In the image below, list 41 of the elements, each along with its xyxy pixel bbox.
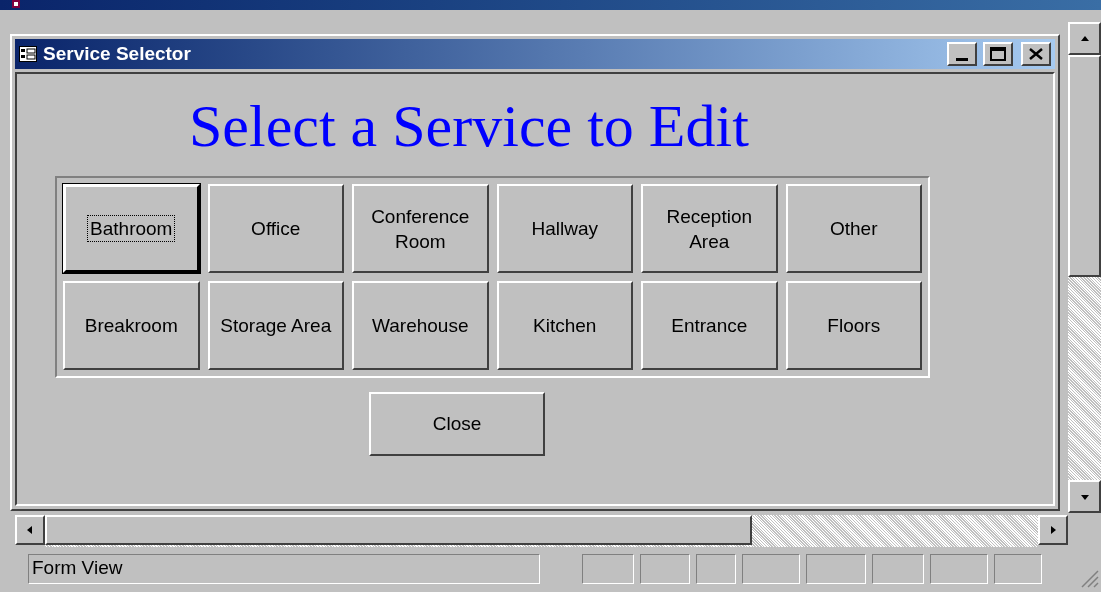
resize-grip-icon <box>1079 568 1099 588</box>
minimize-icon <box>956 58 968 61</box>
status-pane <box>930 553 988 584</box>
status-pane <box>742 553 800 584</box>
status-pane <box>582 553 634 584</box>
maximize-icon <box>990 47 1006 61</box>
form-icon <box>19 46 37 62</box>
window-title: Service Selector <box>43 41 192 66</box>
service-button[interactable]: Breakroom <box>63 281 200 370</box>
service-button[interactable]: Floors <box>785 281 922 370</box>
status-pane <box>640 553 690 584</box>
vertical-scroll-thumb[interactable] <box>1068 55 1101 277</box>
close-form-button[interactable]: Close <box>369 392 545 456</box>
service-button[interactable]: Entrance <box>641 281 778 370</box>
service-button[interactable]: Office <box>207 184 344 273</box>
status-pane <box>872 553 924 584</box>
status-pane <box>806 553 866 584</box>
service-button[interactable]: Reception Area <box>641 184 778 273</box>
close-icon <box>1029 48 1043 60</box>
service-button[interactable]: Other <box>785 184 922 273</box>
service-button[interactable]: Bathroom <box>63 184 200 273</box>
scroll-down-button[interactable] <box>1068 480 1101 513</box>
status-pane <box>994 553 1042 584</box>
service-button[interactable]: Conference Room <box>352 184 489 273</box>
status-pane <box>696 553 736 584</box>
service-button[interactable]: Warehouse <box>352 281 489 370</box>
service-button[interactable]: Hallway <box>496 184 633 273</box>
scroll-right-icon <box>1048 525 1058 535</box>
horizontal-scroll-thumb[interactable] <box>45 515 752 545</box>
close-window-button[interactable] <box>1021 42 1051 66</box>
maximize-button[interactable] <box>983 42 1013 66</box>
form-heading: Select a Service to Edit <box>189 96 749 156</box>
status-text: Form View <box>28 553 540 584</box>
service-button[interactable]: Storage Area <box>207 281 344 370</box>
minimize-button[interactable] <box>947 42 977 66</box>
scroll-right-button[interactable] <box>1038 515 1068 545</box>
scroll-left-icon <box>25 525 35 535</box>
scroll-left-button[interactable] <box>15 515 45 545</box>
service-button[interactable]: Kitchen <box>496 281 633 370</box>
scroll-up-button[interactable] <box>1068 22 1101 55</box>
app-icon <box>12 0 20 8</box>
